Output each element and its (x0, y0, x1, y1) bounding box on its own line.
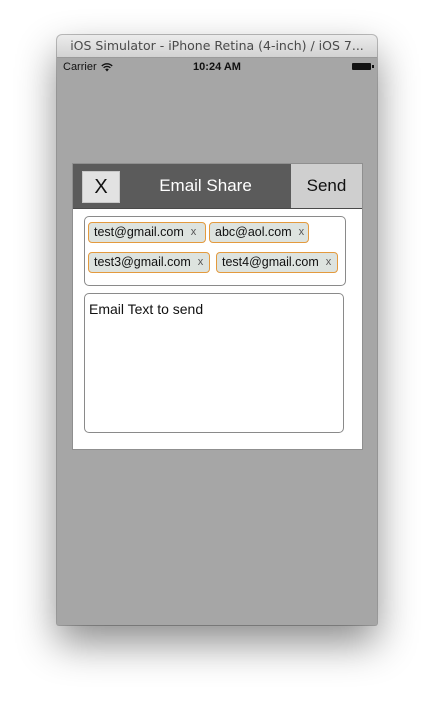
status-time: 10:24 AM (193, 61, 241, 73)
battery-icon (352, 63, 374, 70)
recipient-email: test3@gmail.com (94, 255, 191, 269)
email-share-dialog: X Email Share Send test@gmail.com x abc@… (72, 163, 363, 450)
close-button[interactable]: X (82, 171, 120, 203)
recipient-email: test@gmail.com (94, 225, 184, 239)
remove-recipient-icon[interactable]: x (191, 222, 197, 243)
remove-recipient-icon[interactable]: x (326, 252, 332, 273)
recipient-email: abc@aol.com (215, 225, 292, 239)
window-title: iOS Simulator - iPhone Retina (4-inch) /… (57, 35, 377, 58)
dialog-header: X Email Share Send (73, 164, 362, 209)
remove-recipient-icon[interactable]: x (198, 252, 204, 273)
recipient-token[interactable]: test3@gmail.com x (88, 252, 210, 273)
status-bar: Carrier 10:24 AM (57, 58, 377, 76)
email-body-textarea[interactable]: Email Text to send (84, 293, 344, 433)
remove-recipient-icon[interactable]: x (299, 222, 305, 243)
recipient-token[interactable]: test4@gmail.com x (216, 252, 338, 273)
recipient-token[interactable]: abc@aol.com x (209, 222, 309, 243)
recipients-field[interactable]: test@gmail.com x abc@aol.com x test3@gma… (84, 216, 346, 286)
dialog-title: Email Share (159, 176, 252, 195)
recipient-token[interactable]: test@gmail.com x (88, 222, 206, 243)
device-screen: Carrier 10:24 AM X Email Share Send test… (57, 58, 377, 625)
recipient-email: test4@gmail.com (222, 255, 319, 269)
send-button[interactable]: Send (291, 164, 362, 208)
simulator-window: iOS Simulator - iPhone Retina (4-inch) /… (57, 35, 377, 625)
